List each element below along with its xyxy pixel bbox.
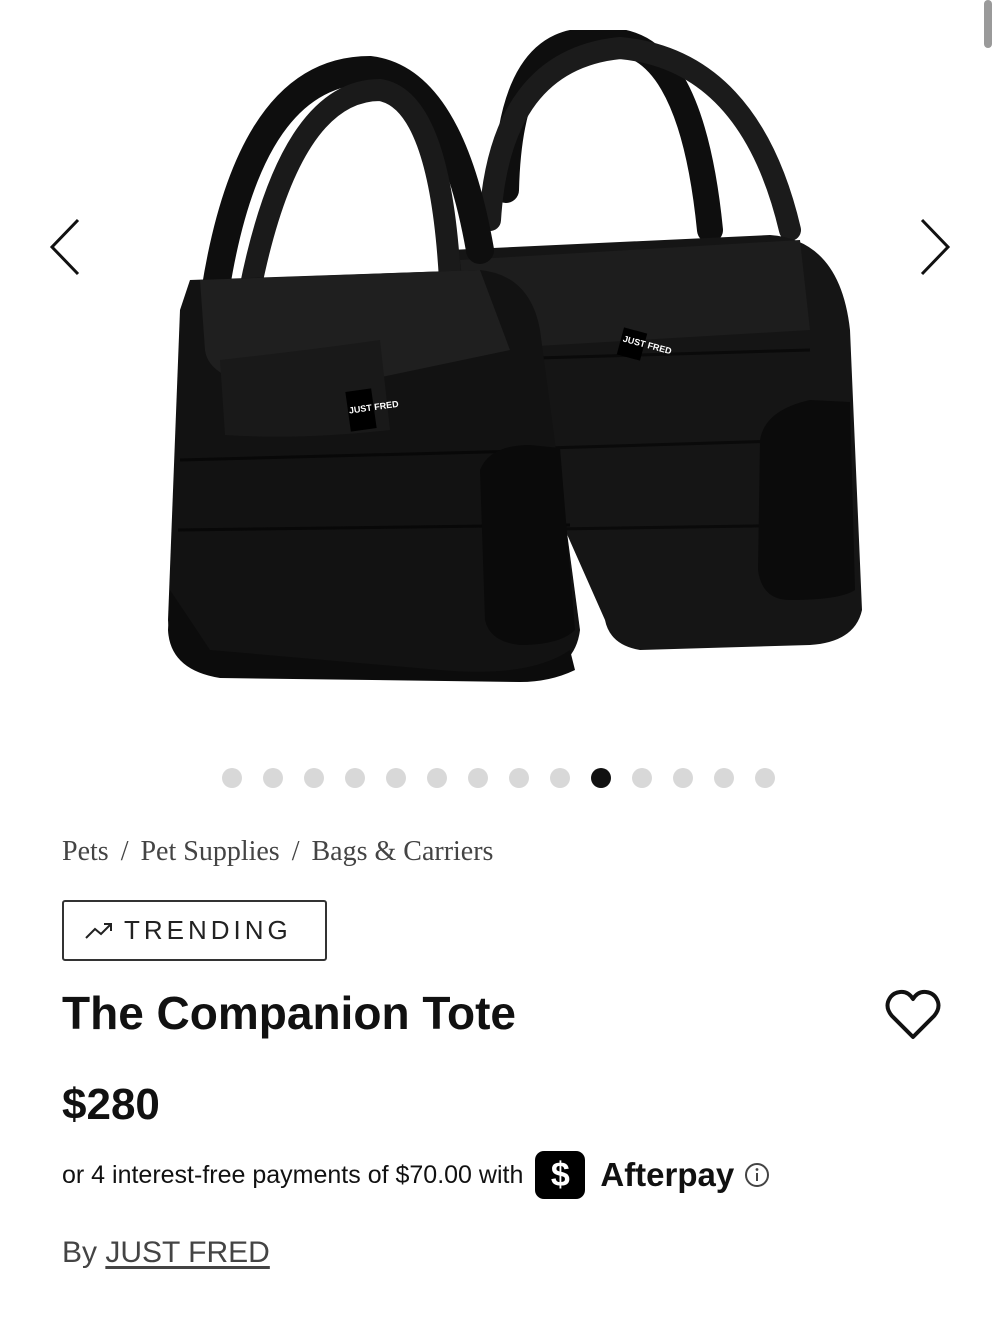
gallery-dot[interactable] xyxy=(755,768,775,788)
trending-badge: TRENDING xyxy=(62,900,327,961)
gallery-pagination xyxy=(222,768,775,788)
product-title: The Companion Tote xyxy=(62,987,517,1039)
trending-label: TRENDING xyxy=(124,915,292,945)
product-gallery: JUST FRED JUST FRED xyxy=(0,0,1000,760)
gallery-dot[interactable] xyxy=(468,768,488,788)
trend-up-icon xyxy=(85,922,112,939)
chevron-right-icon xyxy=(920,218,951,276)
previous-image-button[interactable] xyxy=(34,212,94,282)
gallery-dot[interactable] xyxy=(427,768,447,788)
gallery-dot[interactable] xyxy=(509,768,529,788)
byline-prefix: By xyxy=(62,1236,106,1269)
breadcrumb-bags-carriers[interactable]: Bags & Carriers xyxy=(311,836,493,868)
next-image-button[interactable] xyxy=(906,212,966,282)
heart-icon xyxy=(885,989,941,1039)
chevron-left-icon xyxy=(49,218,80,276)
wishlist-button[interactable] xyxy=(884,988,942,1042)
gallery-dot[interactable] xyxy=(263,768,283,788)
breadcrumb-pet-supplies[interactable]: Pet Supplies xyxy=(140,836,279,868)
gallery-dot[interactable] xyxy=(222,768,242,788)
breadcrumb-separator: / xyxy=(120,836,129,867)
afterpay-brand: Afterpay xyxy=(600,1156,735,1193)
gallery-dot[interactable] xyxy=(550,768,570,788)
gallery-dot[interactable] xyxy=(632,768,652,788)
afterpay-logo-icon: $ xyxy=(535,1151,586,1199)
info-icon[interactable] xyxy=(744,1162,770,1188)
gallery-dot[interactable] xyxy=(673,768,693,788)
product-image: JUST FRED JUST FRED xyxy=(168,30,862,682)
gallery-dot[interactable] xyxy=(591,768,611,788)
afterpay-info: or 4 interest-free payments of $70.00 wi… xyxy=(62,1150,770,1200)
product-price: $280 xyxy=(62,1080,160,1129)
breadcrumb: Pets / Pet Supplies / Bags & Carriers xyxy=(62,836,493,868)
brand-byline: By JUST FRED xyxy=(62,1236,270,1270)
breadcrumb-separator: / xyxy=(291,836,300,867)
gallery-dot[interactable] xyxy=(714,768,734,788)
afterpay-text: or 4 interest-free payments of $70.00 wi… xyxy=(62,1160,524,1189)
gallery-dot[interactable] xyxy=(304,768,324,788)
gallery-dot[interactable] xyxy=(386,768,406,788)
gallery-dot[interactable] xyxy=(345,768,365,788)
breadcrumb-pets[interactable]: Pets xyxy=(62,836,109,868)
brand-link[interactable]: JUST FRED xyxy=(105,1236,269,1269)
